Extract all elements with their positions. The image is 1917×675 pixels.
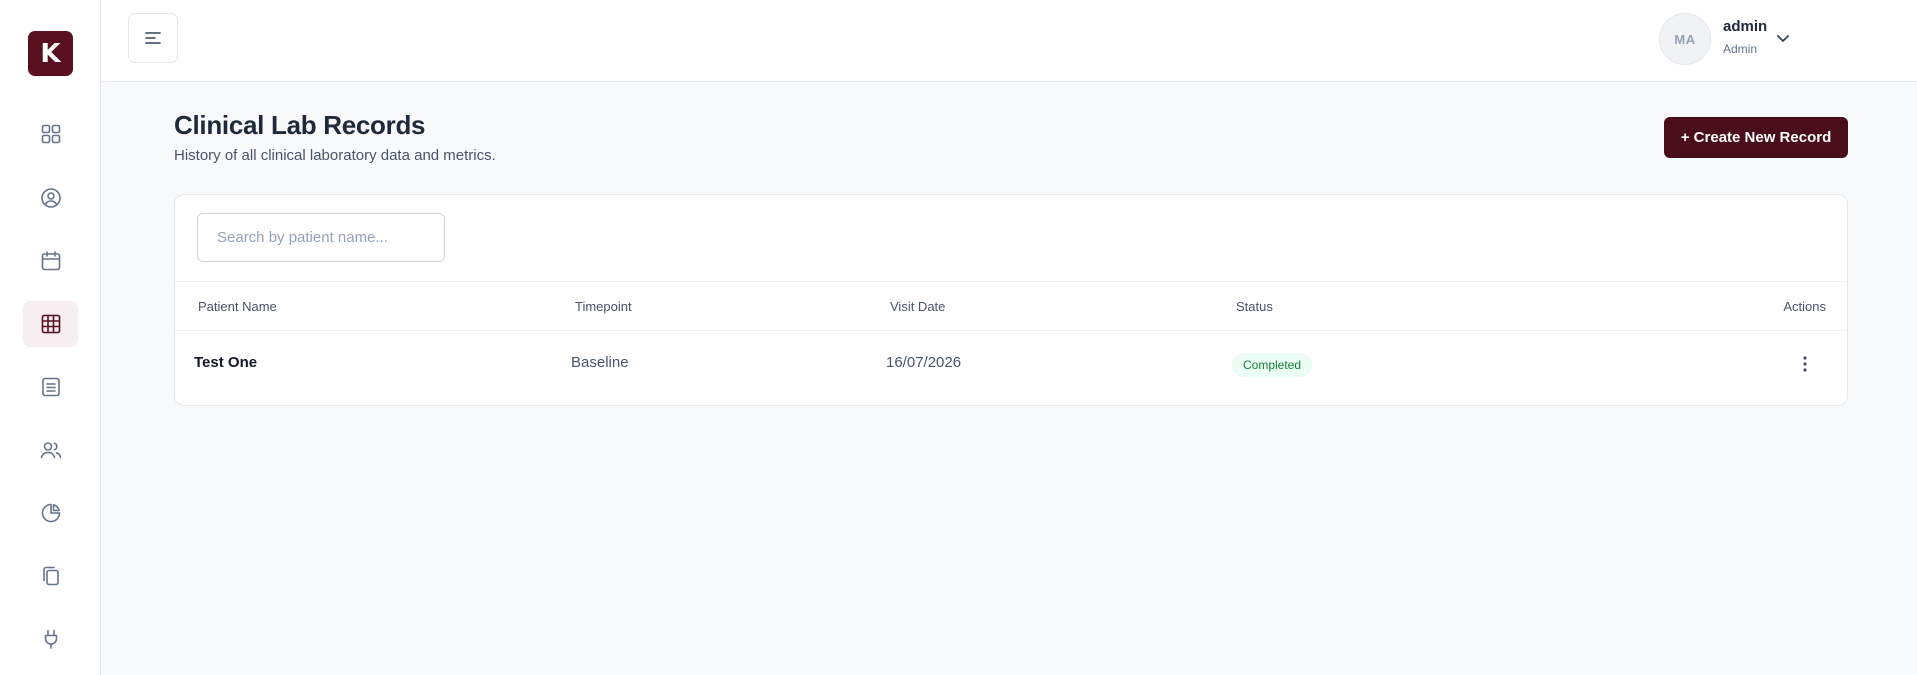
table-grid-icon (41, 314, 60, 334)
page-subtitle: History of all clinical laboratory data … (174, 147, 496, 164)
records-card: Patient Name Timepoint Visit Date Status… (174, 194, 1848, 406)
column-header-patient-name: Patient Name (198, 299, 277, 314)
sidebar-item-dashboard[interactable] (23, 111, 78, 157)
sidebar-item-reports[interactable] (23, 490, 78, 536)
cell-timepoint: Baseline (571, 354, 629, 371)
table-row[interactable]: Test One Baseline 16/07/2026 Completed (175, 331, 1847, 405)
app-logo[interactable]: K (28, 31, 73, 76)
plug-icon (44, 629, 57, 649)
pie-chart-icon (41, 503, 60, 523)
avatar[interactable]: MA (1659, 13, 1711, 65)
chevron-down-icon (1777, 35, 1789, 42)
sidebar-item-lab-records[interactable] (23, 301, 78, 347)
sidebar-item-files[interactable] (23, 553, 78, 599)
row-actions-button[interactable] (1795, 349, 1815, 379)
column-header-actions: Actions (1783, 299, 1826, 314)
calendar-icon (41, 251, 60, 271)
cell-visit-date: 16/07/2026 (886, 354, 962, 371)
column-header-status: Status (1236, 299, 1273, 314)
user-role: Admin (1723, 42, 1758, 56)
document-list-icon (41, 377, 60, 397)
sidebar-item-users[interactable] (23, 427, 78, 473)
page-title: Clinical Lab Records (174, 110, 426, 140)
menu-icon (145, 32, 161, 44)
sidebar-item-calendar[interactable] (23, 238, 78, 284)
create-new-record-button[interactable]: + Create New Record (1664, 117, 1848, 158)
menu-toggle-button[interactable] (128, 13, 178, 63)
user-name: admin (1723, 18, 1768, 35)
cell-patient-name: Test One (194, 354, 258, 371)
copy-files-icon (42, 566, 59, 586)
column-header-timepoint: Timepoint (575, 299, 632, 314)
status-badge: Completed (1232, 353, 1313, 377)
user-menu-dropdown[interactable] (1775, 30, 1791, 46)
column-header-visit-date: Visit Date (890, 299, 946, 314)
user-circle-icon (40, 188, 61, 208)
sidebar: K (0, 0, 101, 675)
table-header: Patient Name Timepoint Visit Date Status… (175, 282, 1847, 330)
topbar (101, 0, 1917, 82)
sidebar-item-documents[interactable] (23, 364, 78, 410)
dashboard-icon (41, 124, 60, 144)
sidebar-item-integrations[interactable] (23, 616, 78, 662)
more-vertical-icon (1803, 356, 1807, 372)
search-input[interactable] (197, 213, 445, 262)
users-icon (40, 442, 61, 459)
sidebar-item-profile[interactable] (23, 175, 78, 221)
